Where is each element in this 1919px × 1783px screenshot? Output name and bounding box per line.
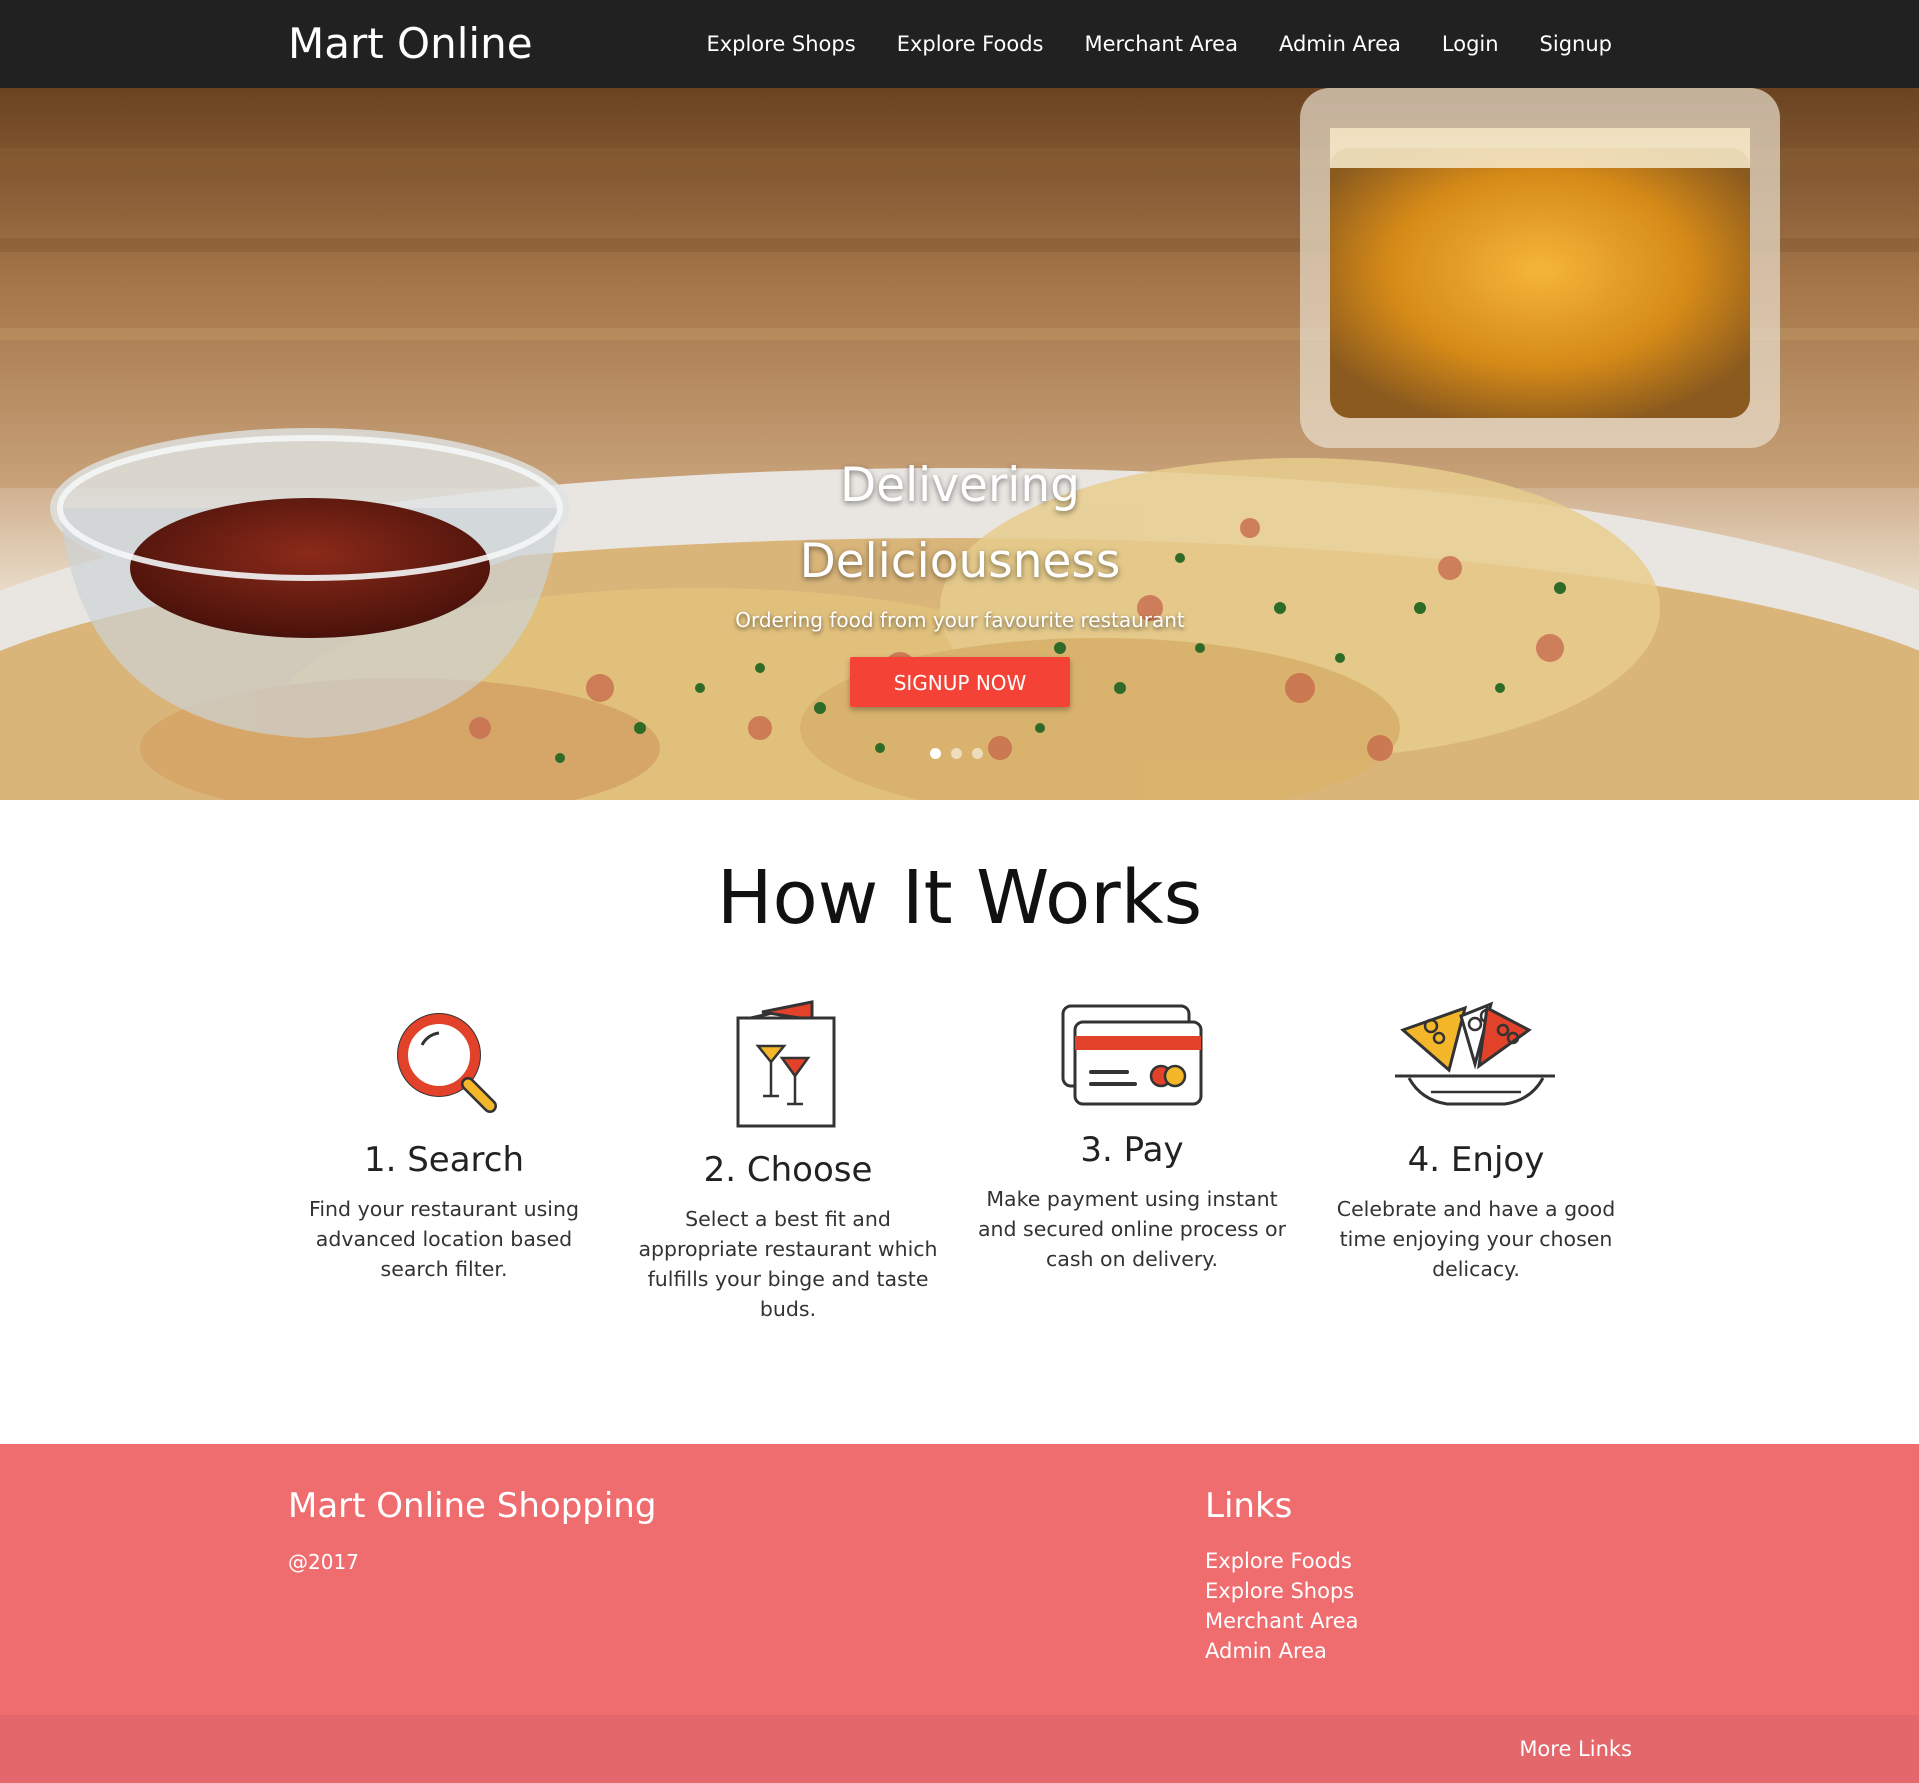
- carousel-dot-2[interactable]: [951, 748, 962, 759]
- signup-now-button[interactable]: SIGNUP NOW: [850, 657, 1070, 707]
- nav-links: Explore Shops Explore Foods Merchant Are…: [706, 0, 1612, 88]
- step-text: Find your restaurant using advanced loca…: [309, 1197, 579, 1281]
- footer-link-explore-foods[interactable]: Explore Foods: [1205, 1548, 1358, 1575]
- how-it-works-title: How It Works: [716, 855, 1203, 941]
- carousel-dot-3[interactable]: [972, 748, 983, 759]
- hero-caption: Delivering Deliciousness Ordering food f…: [0, 88, 1919, 800]
- nav-merchant-area[interactable]: Merchant Area: [1084, 32, 1237, 56]
- step-title: 1. Search: [363, 1140, 525, 1180]
- step-choose: 2. Choose Select a best fit and appropri…: [628, 1000, 948, 1324]
- step-title: 2. Choose: [703, 1150, 873, 1190]
- step-pay: 3. Pay Make payment using instant and se…: [972, 1000, 1292, 1274]
- hero-title-line1: Delivering: [840, 458, 1080, 513]
- navbar: Mart Online Explore Shops Explore Foods …: [0, 0, 1919, 88]
- magnifier-icon: [397, 1013, 497, 1113]
- nav-admin-area[interactable]: Admin Area: [1279, 32, 1401, 56]
- nav-signup[interactable]: Signup: [1540, 32, 1612, 56]
- step-enjoy: 4. Enjoy Celebrate and have a good time …: [1316, 1000, 1636, 1284]
- footer-link-admin-area[interactable]: Admin Area: [1205, 1638, 1358, 1665]
- footer-bottom-bar: More Links: [0, 1715, 1919, 1783]
- carousel-indicators: [930, 748, 983, 759]
- brand-logo[interactable]: Mart Online: [288, 0, 533, 88]
- nav-login[interactable]: Login: [1442, 32, 1499, 56]
- hero-title: Delivering Deliciousness: [760, 448, 1160, 600]
- nav-explore-shops[interactable]: Explore Shops: [706, 32, 855, 56]
- step-title: 4. Enjoy: [1407, 1140, 1545, 1180]
- footer-link-merchant-area[interactable]: Merchant Area: [1205, 1608, 1358, 1635]
- step-text: Select a best fit and appropriate restau…: [638, 1207, 938, 1321]
- footer-links-title: Links: [1205, 1486, 1293, 1526]
- step-text: Celebrate and have a good time enjoying …: [1336, 1197, 1616, 1281]
- credit-card-icon: [1061, 1004, 1203, 1106]
- hero-title-line2: Deliciousness: [799, 534, 1121, 589]
- nav-explore-foods[interactable]: Explore Foods: [897, 32, 1044, 56]
- footer-copyright: @2017: [288, 1550, 359, 1574]
- step-search: 1. Search Find your restaurant using adv…: [284, 1000, 604, 1284]
- carousel-dot-1[interactable]: [930, 748, 941, 759]
- footer: Mart Online Shopping @2017 Links Explore…: [0, 1444, 1919, 1715]
- menu-card-icon: [736, 1000, 836, 1128]
- more-links-link[interactable]: More Links: [1519, 1715, 1632, 1783]
- footer-title: Mart Online Shopping: [288, 1486, 657, 1526]
- food-plate-icon: [1395, 1001, 1555, 1106]
- footer-link-explore-shops[interactable]: Explore Shops: [1205, 1578, 1358, 1605]
- hero-subtitle: Ordering food from your favourite restau…: [735, 608, 1185, 632]
- step-text: Make payment using instant and secured o…: [977, 1187, 1287, 1271]
- hero-carousel: Delivering Deliciousness Ordering food f…: [0, 88, 1919, 800]
- footer-links: Explore Foods Explore Shops Merchant Are…: [1205, 1548, 1358, 1665]
- step-title: 3. Pay: [1080, 1130, 1184, 1170]
